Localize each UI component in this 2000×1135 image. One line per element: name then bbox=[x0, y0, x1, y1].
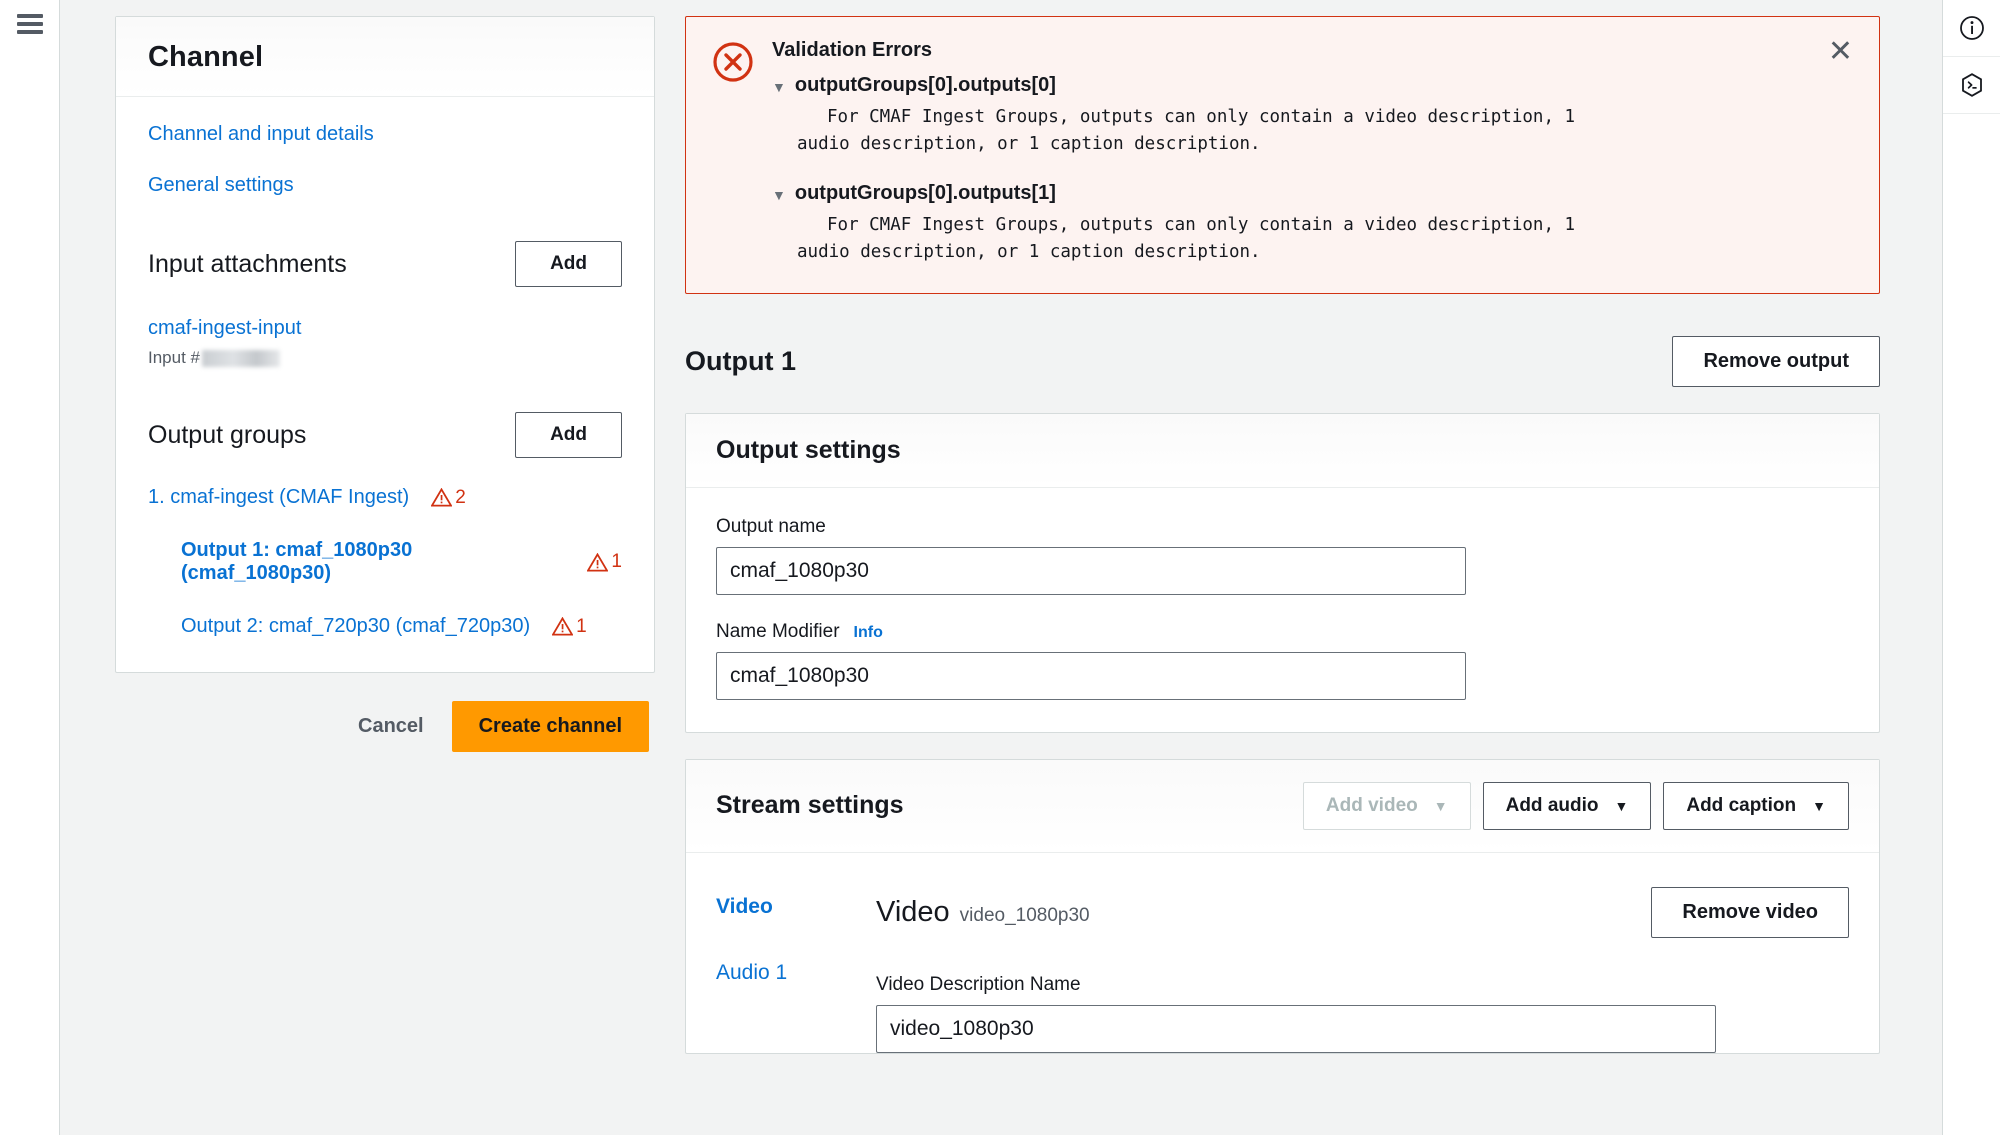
page-root: Channel Channel and input details Genera… bbox=[0, 0, 2000, 1135]
tree-item-output-1[interactable]: Output 1: cmaf_1080p30 (cmaf_1080p30) 1 bbox=[148, 539, 622, 585]
info-icon[interactable] bbox=[1942, 0, 2000, 57]
field-name-modifier: Name Modifier Info bbox=[716, 621, 1849, 700]
output-header: Output 1 Remove output bbox=[685, 335, 1880, 387]
validation-errors-alert: Validation Errors ▼ outputGroups[0].outp… bbox=[685, 16, 1880, 294]
output-settings-body: Output name Name Modifier Info bbox=[686, 488, 1879, 732]
output-name-label: Output name bbox=[716, 515, 826, 537]
warning-badge: 1 bbox=[552, 616, 587, 638]
content-area: Channel Channel and input details Genera… bbox=[60, 0, 2000, 1135]
error-key-row[interactable]: ▼ outputGroups[0].outputs[1] bbox=[772, 182, 1813, 208]
name-modifier-label: Name Modifier Info bbox=[716, 621, 1849, 643]
cloudshell-icon[interactable] bbox=[1942, 57, 2000, 114]
stream-settings-body: Video Audio 1 Video video_1080p30 Remove … bbox=[686, 853, 1879, 1053]
stream-detail: Video video_1080p30 Remove video Video De… bbox=[876, 886, 1849, 1053]
input-attachment-name[interactable]: cmaf-ingest-input bbox=[148, 317, 622, 340]
stream-detail-title: Video bbox=[876, 895, 950, 928]
warning-triangle-icon bbox=[587, 552, 609, 571]
tree-item-output-group-1[interactable]: 1. cmaf-ingest (CMAF Ingest) 2 bbox=[148, 486, 622, 509]
video-description-name-label: Video Description Name bbox=[876, 973, 1081, 995]
remove-video-button[interactable]: Remove video bbox=[1651, 886, 1849, 938]
stream-detail-title-row: Video video_1080p30 bbox=[876, 896, 1090, 929]
output-detail-column: Validation Errors ▼ outputGroups[0].outp… bbox=[655, 16, 2000, 1135]
input-attachment-id-row: Input # bbox=[148, 348, 622, 368]
warning-count: 2 bbox=[455, 486, 466, 508]
error-key-row[interactable]: ▼ outputGroups[0].outputs[0] bbox=[772, 74, 1813, 100]
chevron-down-icon: ▼ bbox=[1614, 797, 1629, 814]
stream-settings-panel: Stream settings Add video ▼ Add audio ▼ … bbox=[685, 758, 1880, 1054]
input-attachments-title: Input attachments bbox=[148, 249, 347, 278]
error-circle-icon bbox=[712, 39, 754, 267]
stream-detail-subtitle: video_1080p30 bbox=[959, 904, 1090, 926]
tree-item-label[interactable]: Output 1: cmaf_1080p30 (cmaf_1080p30) bbox=[181, 539, 565, 585]
add-output-group-button[interactable]: Add bbox=[515, 412, 622, 458]
output-groups-header: Output groups Add bbox=[148, 412, 622, 458]
hamburger-icon[interactable] bbox=[16, 14, 43, 34]
tree-item-label[interactable]: Output 2: cmaf_720p30 (cmaf_720p30) bbox=[181, 615, 530, 638]
add-video-label: Add video bbox=[1325, 794, 1418, 816]
add-video-button[interactable]: Add video ▼ bbox=[1302, 781, 1471, 830]
stream-detail-header: Video video_1080p30 Remove video bbox=[876, 886, 1849, 938]
add-input-attachment-button[interactable]: Add bbox=[515, 241, 622, 287]
chevron-down-icon[interactable]: ▼ bbox=[772, 74, 786, 100]
error-message: For CMAF Ingest Groups, outputs can only… bbox=[797, 107, 1576, 155]
output-settings-heading: Output settings bbox=[716, 435, 901, 464]
output-settings-header: Output settings bbox=[686, 413, 1879, 488]
output-name-input[interactable] bbox=[716, 546, 1466, 595]
add-audio-button[interactable]: Add audio ▼ bbox=[1482, 781, 1652, 830]
chevron-down-icon: ▼ bbox=[1812, 797, 1826, 814]
channel-card-body: Channel and input details General settin… bbox=[116, 97, 654, 672]
alert-content: Validation Errors ▼ outputGroups[0].outp… bbox=[772, 39, 1853, 267]
chevron-down-icon: ▼ bbox=[1433, 797, 1448, 814]
nav-link-general-settings[interactable]: General settings bbox=[148, 174, 622, 197]
info-link[interactable]: Info bbox=[854, 624, 883, 642]
channel-card: Channel Channel and input details Genera… bbox=[115, 16, 655, 673]
page-title: Channel bbox=[148, 41, 264, 73]
input-attachments-header: Input attachments Add bbox=[148, 241, 622, 287]
tree-item-output-2[interactable]: Output 2: cmaf_720p30 (cmaf_720p30) 1 bbox=[148, 615, 622, 638]
tree-item-label[interactable]: 1. cmaf-ingest (CMAF Ingest) bbox=[148, 486, 409, 509]
output-settings-panel: Output settings Output name Name Modifie… bbox=[685, 412, 1880, 733]
cancel-button[interactable]: Cancel bbox=[338, 702, 444, 751]
video-description-name-input[interactable] bbox=[876, 1004, 1716, 1053]
output-groups-title: Output groups bbox=[148, 420, 307, 449]
tab-video[interactable]: Video bbox=[716, 895, 876, 919]
field-video-description-name: Video Description Name bbox=[876, 974, 1849, 1053]
stream-tab-list: Video Audio 1 bbox=[716, 887, 876, 1053]
channel-card-header: Channel bbox=[116, 17, 654, 97]
field-output-name: Output name bbox=[716, 516, 1849, 595]
left-nav-rail bbox=[0, 0, 60, 1135]
tab-audio-1[interactable]: Audio 1 bbox=[716, 961, 876, 985]
input-attachment-id-prefix: Input # bbox=[148, 348, 200, 367]
error-key: outputGroups[0].outputs[0] bbox=[794, 74, 1056, 96]
add-caption-label: Add caption bbox=[1686, 794, 1797, 816]
remove-output-button[interactable]: Remove output bbox=[1672, 335, 1880, 387]
add-audio-label: Add audio bbox=[1505, 794, 1599, 816]
name-modifier-input[interactable] bbox=[716, 651, 1466, 700]
warning-triangle-icon bbox=[431, 488, 453, 507]
stream-settings-header: Stream settings Add video ▼ Add audio ▼ … bbox=[686, 759, 1879, 853]
error-key: outputGroups[0].outputs[1] bbox=[794, 182, 1056, 205]
alert-title: Validation Errors bbox=[772, 39, 933, 61]
channel-nav-column: Channel Channel and input details Genera… bbox=[60, 16, 655, 1135]
warning-count: 1 bbox=[611, 551, 622, 572]
error-message: For CMAF Ingest Groups, outputs can only… bbox=[797, 215, 1576, 263]
warning-badge: 2 bbox=[431, 487, 466, 509]
warning-triangle-icon bbox=[552, 617, 574, 636]
output-title: Output 1 bbox=[685, 345, 796, 376]
stream-settings-heading: Stream settings bbox=[716, 791, 904, 819]
nav-link-channel-and-input-details[interactable]: Channel and input details bbox=[148, 123, 622, 146]
create-channel-button[interactable]: Create channel bbox=[451, 701, 649, 752]
chevron-down-icon[interactable]: ▼ bbox=[772, 182, 786, 208]
name-modifier-label-text: Name Modifier bbox=[716, 620, 840, 642]
warning-badge: 1 bbox=[587, 551, 622, 573]
output-groups-tree: 1. cmaf-ingest (CMAF Ingest) 2 Output 1:… bbox=[148, 486, 622, 638]
close-icon[interactable]: ✕ bbox=[1820, 33, 1861, 71]
input-attachment-id-redacted bbox=[202, 349, 280, 367]
stream-add-buttons: Add video ▼ Add audio ▼ Add caption ▼ bbox=[1302, 781, 1849, 830]
right-icon-rail bbox=[1942, 0, 2000, 1135]
warning-count: 1 bbox=[576, 615, 587, 637]
form-actions: Cancel Create channel bbox=[115, 701, 655, 752]
add-caption-button[interactable]: Add caption ▼ bbox=[1663, 781, 1849, 830]
